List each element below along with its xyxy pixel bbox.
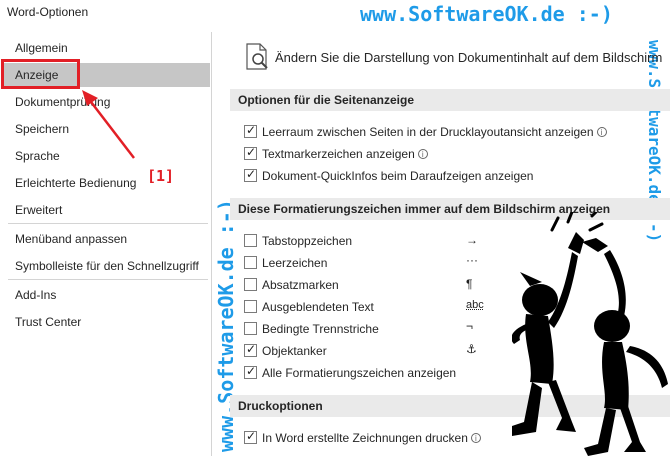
option-label: Tabstoppzeichen [262, 234, 353, 248]
document-search-icon [246, 43, 268, 70]
anchor-icon: ⚓ [466, 342, 477, 356]
section-seitenanzeige: Optionen für die Seitenanzeige [230, 89, 670, 111]
checkbox-icon[interactable] [244, 322, 257, 335]
checkbox-icon[interactable] [244, 234, 257, 247]
space-dots-symbol: ··· [466, 253, 478, 267]
sidebar-item-allgemein[interactable]: Allgemein [2, 36, 210, 60]
info-icon: i [596, 127, 607, 137]
page-header: Ändern Sie die Darstellung von Dokumenti… [275, 50, 663, 65]
option-label: In Word erstellte Zeichnungen drucken [262, 431, 468, 445]
checkbox-icon[interactable] [244, 364, 257, 379]
option-label: Absatzmarken [262, 278, 339, 292]
sidebar-item-erweitert[interactable]: Erweitert [2, 198, 210, 222]
checkbox-icon[interactable] [244, 123, 257, 138]
sidebar-item-menueband-anpassen[interactable]: Menüband anpassen [2, 227, 210, 251]
checkbox-icon[interactable] [244, 167, 257, 182]
highlight-box [1, 59, 80, 89]
sidebar-divider [8, 223, 208, 224]
checkbox-icon[interactable] [244, 145, 257, 160]
pilcrow-symbol: ¶ [466, 277, 473, 291]
hyphen-symbol: ¬ [466, 319, 474, 333]
option-label: Dokument-QuickInfos beim Daraufzeigen an… [262, 169, 534, 183]
annotation-label: [1] [147, 167, 175, 185]
option-label: Textmarkerzeichen anzeigen [262, 147, 415, 161]
window-title: Word-Optionen [7, 5, 89, 19]
title-bar: Word-Optionen www.SoftwareOK.de :-) [0, 0, 670, 32]
watermark-top: www.SoftwareOK.de :-) [360, 2, 613, 26]
option-label: Bedingte Trennstriche [262, 322, 379, 336]
stick-figures-illustration [512, 212, 668, 456]
checkbox-icon[interactable] [244, 278, 257, 291]
sidebar-item-add-ins[interactable]: Add-Ins [2, 283, 210, 307]
checkbox-icon[interactable] [244, 300, 257, 313]
checkbox-icon[interactable] [244, 256, 257, 269]
option-label: Alle Formatierungszeichen anzeigen [262, 366, 457, 380]
sidebar-item-trust-center[interactable]: Trust Center [2, 310, 210, 334]
tab-arrow-symbol: → [466, 233, 478, 247]
sidebar-divider [8, 279, 208, 280]
hidden-text-symbol: abc [466, 299, 484, 311]
checkbox-icon[interactable] [244, 429, 257, 444]
option-label: Objektanker [262, 344, 327, 358]
sidebar-item-erleichterte-bedienung[interactable]: Erleichterte Bedienung [2, 171, 210, 195]
sidebar-item-symbolleiste[interactable]: Symbolleiste für den Schnellzugriff [2, 254, 210, 278]
option-label: Ausgeblendeten Text [262, 300, 374, 314]
option-label: Leerraum zwischen Seiten in der Drucklay… [262, 125, 594, 139]
checkbox-icon[interactable] [244, 342, 257, 357]
annotation-arrow-icon [82, 90, 135, 159]
info-icon: i [417, 149, 428, 159]
info-icon: i [470, 433, 481, 443]
option-label: Leerzeichen [262, 256, 328, 270]
